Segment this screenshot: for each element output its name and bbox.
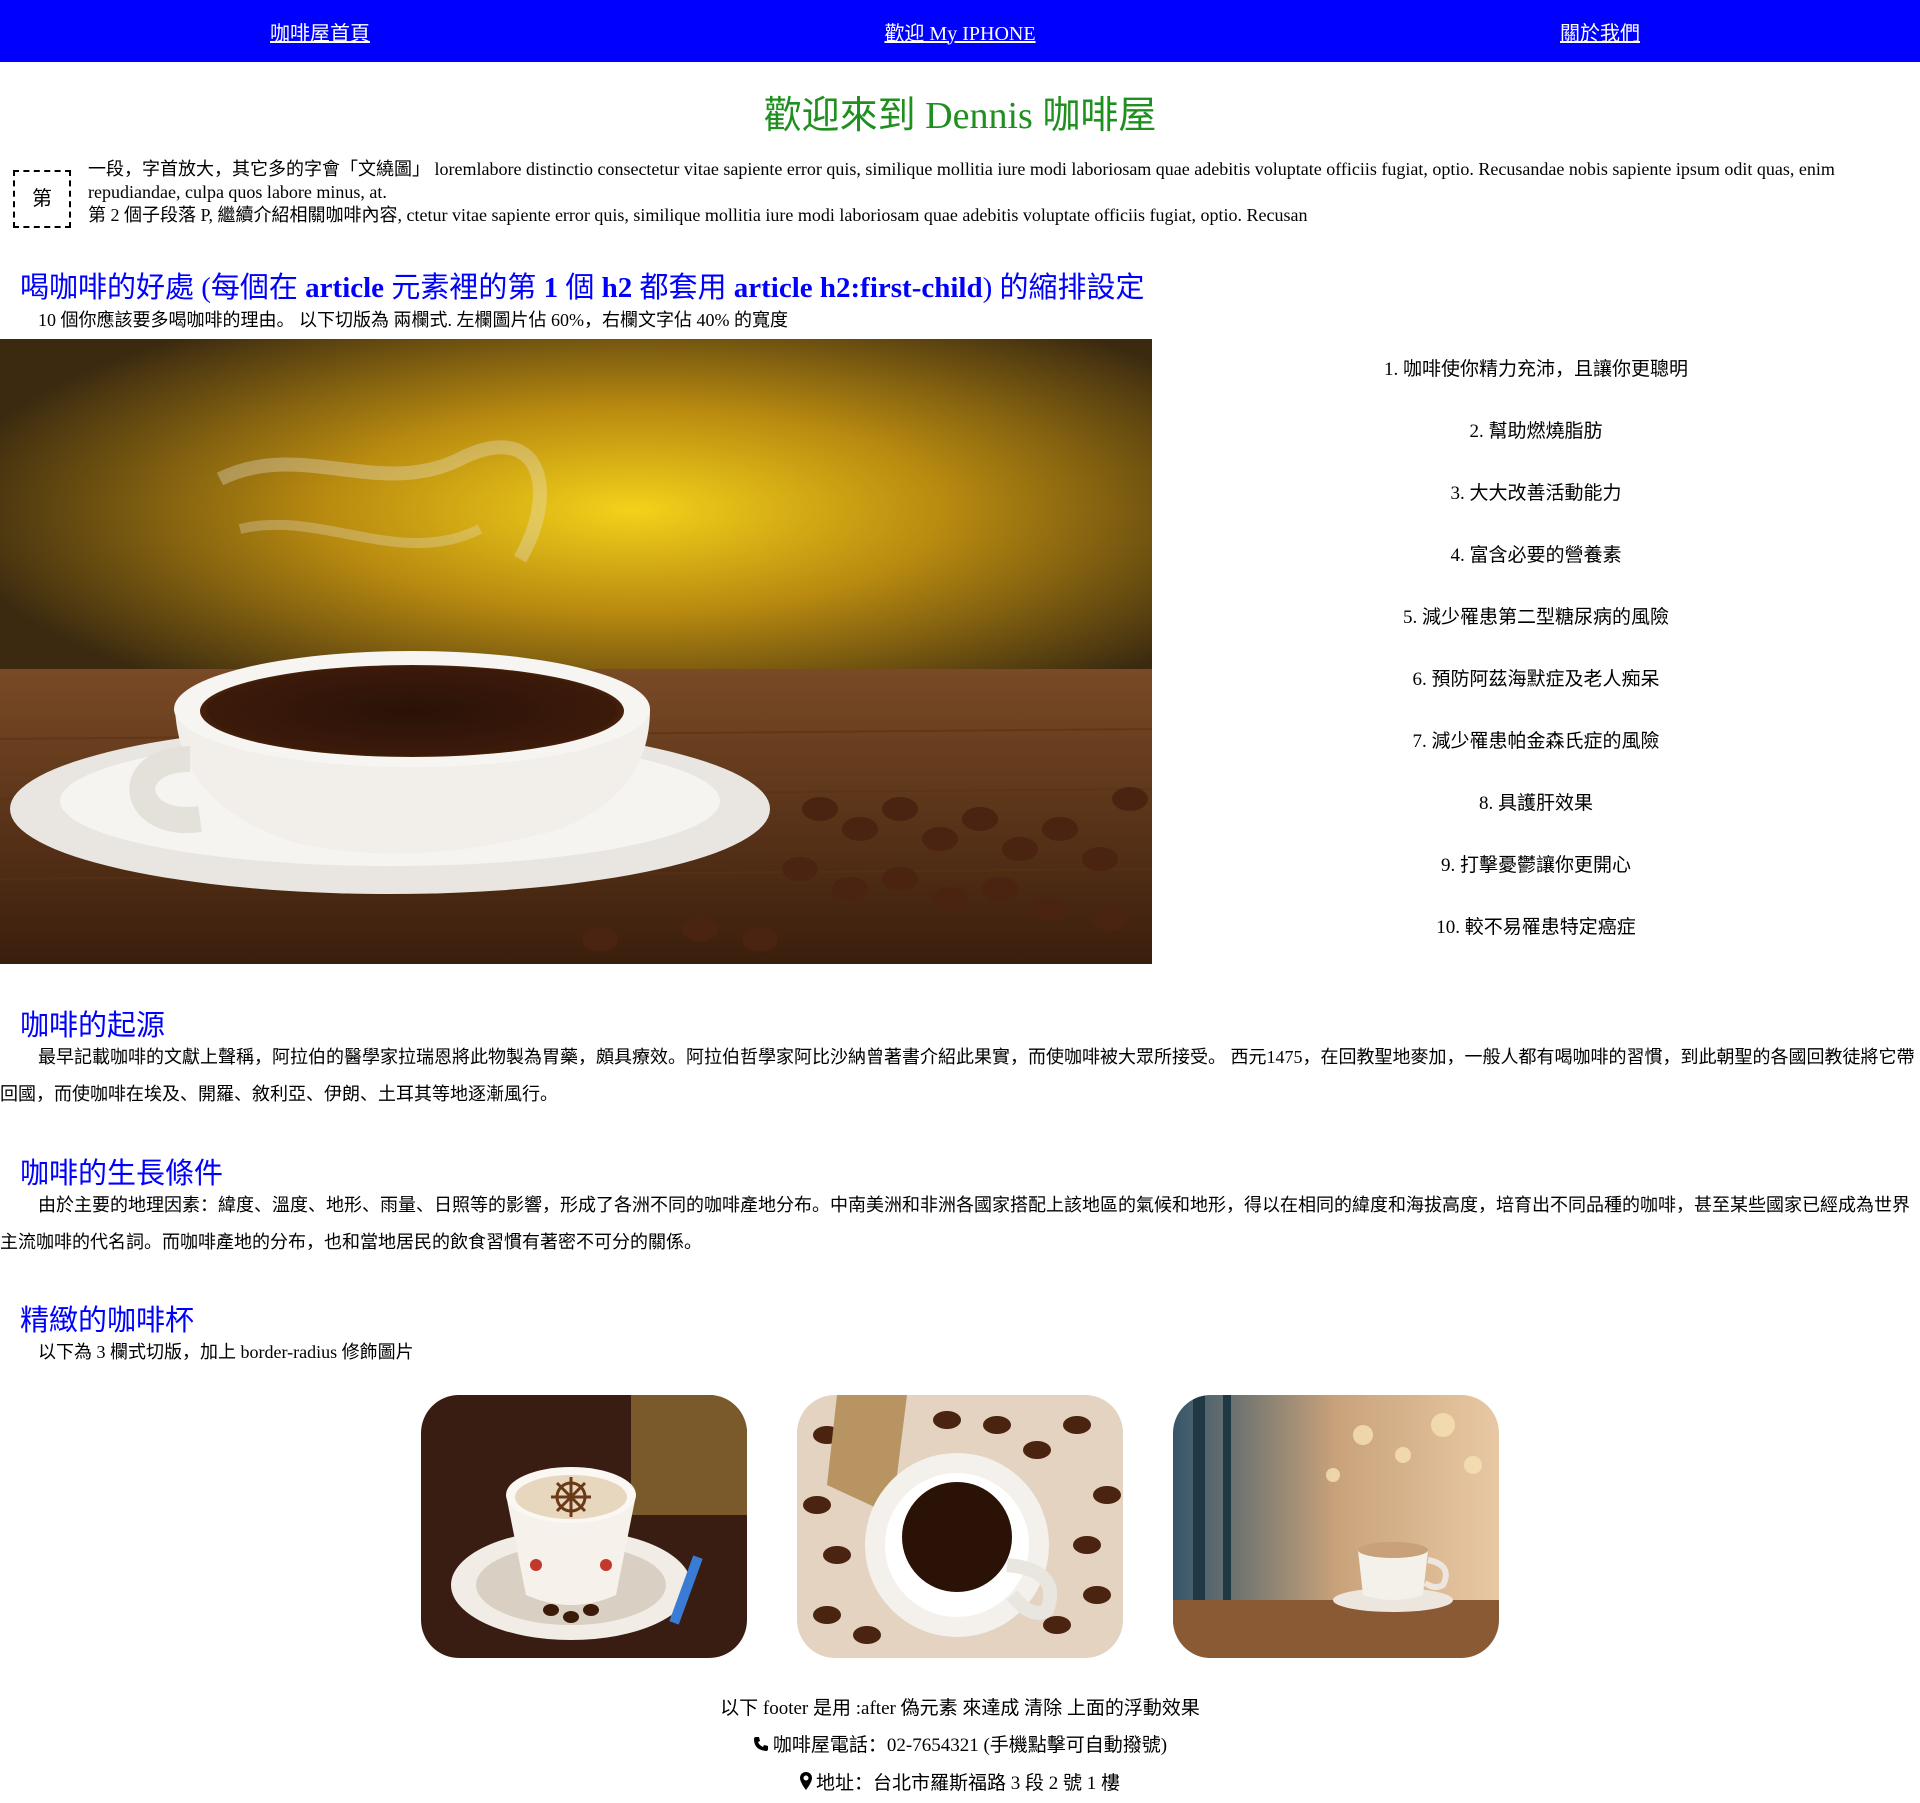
- footer-address-text: 地址：台北市羅斯福路 3 段 2 號 1 樓: [815, 1773, 1120, 1795]
- top-navbar: 咖啡屋首頁 歡迎 My IPHONE 關於我們: [0, 0, 1920, 62]
- cups-heading: 精緻的咖啡杯: [20, 1305, 195, 1337]
- origin-text: 最早記載咖啡的文獻上聲稱，阿拉伯的醫學家拉瑞恩將此物製為胃藥，頗具療效。阿拉伯哲…: [0, 1047, 1915, 1104]
- list-item: 6. 預防阿茲海默症及老人痴呆: [1412, 669, 1660, 690]
- list-item: 5. 減少罹患第二型糖尿病的風險: [1402, 607, 1669, 628]
- cup-gallery: [0, 1395, 1920, 1658]
- benefits-heading: 喝咖啡的好處 (每個在 article 元素裡的第 1 個 h2 都套用 art…: [20, 272, 1145, 304]
- growth-heading: 咖啡的生長條件: [20, 1158, 224, 1190]
- footer-address: 地址：台北市羅斯福路 3 段 2 號 1 樓: [0, 1765, 1920, 1803]
- cup-image-cafe-scene: [1173, 1395, 1499, 1658]
- growth-text: 由於主要的地理因素：緯度、溫度、地形、雨量、日照等的影響，形成了各洲不同的咖啡產…: [0, 1195, 1910, 1252]
- benefits-intro: 10 個你應該要多喝咖啡的理由。 以下切版為 兩欄式. 左欄圖片佔 60%，右欄…: [38, 310, 788, 330]
- list-item: 4. 富含必要的營養素: [1450, 545, 1622, 566]
- list-item: 10. 較不易罹患特定癌症: [1436, 917, 1636, 938]
- intro-paragraph-2: 第 2 個子段落 P, 繼續介紹相關咖啡內容, ctetur vitae sap…: [88, 205, 1308, 225]
- list-item: 1. 咖啡使你精力充沛，且讓你更聰明: [1383, 359, 1688, 380]
- footer-phone[interactable]: 咖啡屋電話：02-7654321 (手機點擊可自動撥號): [0, 1727, 1920, 1765]
- cup-image-black-coffee: [797, 1395, 1123, 1658]
- list-item: 3. 大大改善活動能力: [1450, 483, 1622, 504]
- nav-link-iphone[interactable]: 歡迎 My IPHONE: [640, 17, 1280, 46]
- intro-section: 第 一段，字首放大，其它多的字會「文繞圖」 loremlabore distin…: [0, 158, 1920, 228]
- footer: 以下 footer 是用 :after 偽元素 來達成 清除 上面的浮動效果 咖…: [0, 1690, 1920, 1803]
- footer-phone-text[interactable]: 咖啡屋電話：02-7654321 (手機點擊可自動撥號): [773, 1735, 1167, 1756]
- nav-link-home[interactable]: 咖啡屋首頁: [0, 17, 640, 46]
- list-item: 9. 打擊憂鬱讓你更開心: [1440, 855, 1631, 876]
- coffee-cup-hero-image: [0, 339, 1152, 964]
- list-item: 2. 幫助燃燒脂肪: [1469, 421, 1603, 442]
- dropcap: 第: [13, 170, 71, 228]
- cup-image-latte-art: [421, 1395, 747, 1658]
- page-title: 歡迎來到 Dennis 咖啡屋: [763, 95, 1157, 137]
- list-item: 7. 減少罹患帕金森氏症的風險: [1412, 731, 1660, 752]
- list-item: 8. 具護肝效果: [1478, 793, 1593, 814]
- footer-note: 以下 footer 是用 :after 偽元素 來達成 清除 上面的浮動效果: [720, 1698, 1200, 1719]
- phone-icon: [753, 1728, 769, 1765]
- map-marker-icon: [799, 1766, 812, 1803]
- nav-link-about[interactable]: 關於我們: [1280, 17, 1920, 46]
- benefit-list: 1. 咖啡使你精力充沛，且讓你更聰明 2. 幫助燃燒脂肪 3. 大大改善活動能力…: [1152, 339, 1920, 959]
- intro-paragraph-1: 一段，字首放大，其它多的字會「文繞圖」 loremlabore distinct…: [88, 159, 1835, 202]
- origin-heading: 咖啡的起源: [20, 1010, 166, 1042]
- cups-text: 以下為 3 欄式切版，加上 border-radius 修飾圖片: [38, 1342, 414, 1362]
